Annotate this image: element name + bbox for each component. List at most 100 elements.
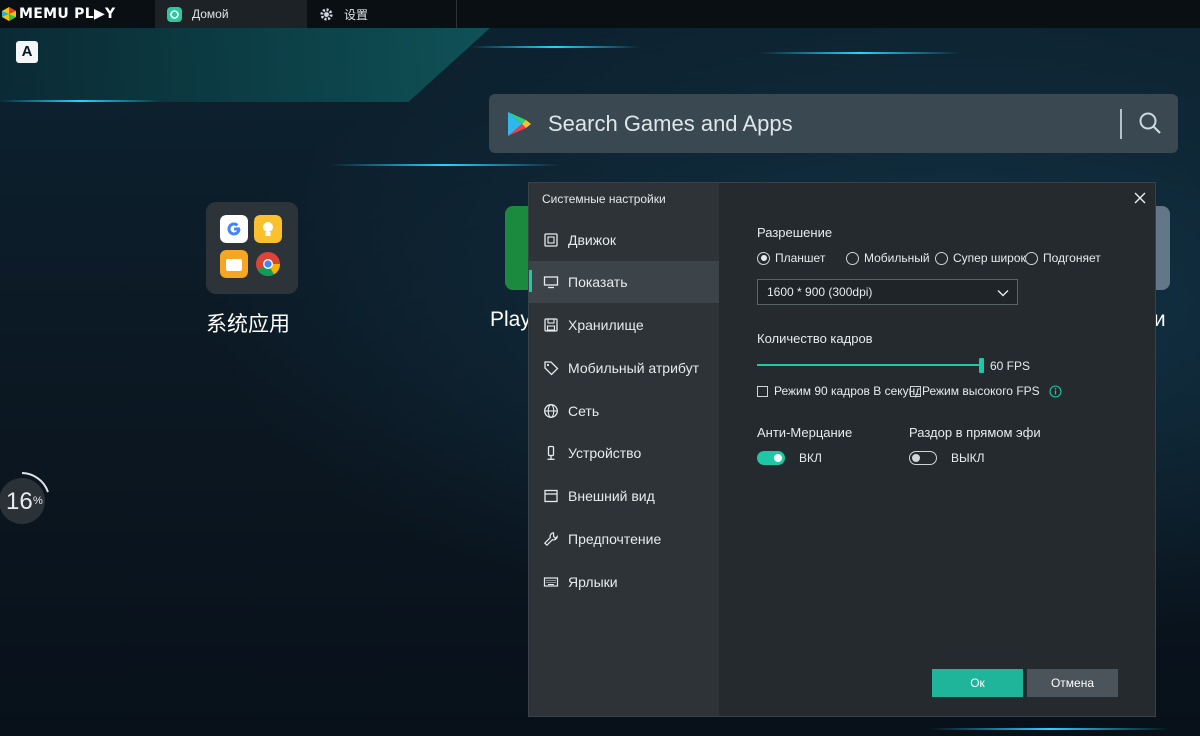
logo-text: MEMU PL▶Y bbox=[19, 6, 116, 22]
checkbox-box bbox=[910, 385, 921, 397]
info-icon[interactable] bbox=[1049, 384, 1062, 398]
memu-logo-icon bbox=[2, 7, 16, 21]
system-apps-folder[interactable] bbox=[206, 202, 298, 294]
nav-label: Внешний вид bbox=[568, 488, 655, 504]
checkbox-high-fps[interactable]: Режим высокого FPS bbox=[910, 384, 1062, 398]
nav-item-display[interactable]: Показать bbox=[529, 261, 719, 303]
fps-value: 60 FPS bbox=[990, 359, 1031, 373]
globe-icon bbox=[544, 404, 558, 418]
keyboard-mapping-icon[interactable]: A bbox=[16, 41, 38, 63]
header-banner bbox=[0, 28, 490, 102]
nav-item-shortcuts[interactable]: Ярлыки bbox=[529, 561, 719, 603]
wrench-icon bbox=[543, 532, 558, 547]
tips-icon bbox=[254, 215, 282, 243]
ok-button[interactable]: Ок bbox=[932, 669, 1023, 697]
files-icon bbox=[220, 250, 248, 278]
chevron-down-icon bbox=[997, 290, 1009, 297]
gear-icon bbox=[320, 7, 333, 21]
chrome-icon bbox=[256, 252, 280, 277]
nav-item-storage[interactable]: Хранилище bbox=[529, 304, 719, 346]
anti-flicker-label: Анти-Мерцание bbox=[757, 425, 853, 440]
radio-label: Супер широк bbox=[953, 251, 1026, 265]
app-label-system: 系统应用 bbox=[206, 313, 290, 336]
radio-fit[interactable]: Подгоняет bbox=[1025, 251, 1101, 265]
search-divider bbox=[1120, 109, 1122, 139]
glow-line bbox=[760, 52, 960, 54]
nav-label: Сеть bbox=[568, 403, 600, 419]
anti-flicker-state: ВКЛ bbox=[799, 451, 822, 465]
nav-label: Показать bbox=[568, 274, 628, 290]
live-stream-label: Раздор в прямом эфир bbox=[909, 425, 1041, 440]
radio-button bbox=[935, 251, 948, 265]
toggle-knob bbox=[774, 454, 782, 462]
nav-label: Мобильный атрибут bbox=[568, 360, 700, 376]
title-bar: MEMU PL▶Y Домой 设置 bbox=[0, 0, 1200, 28]
fps-slider-track[interactable] bbox=[757, 364, 982, 366]
progress-unit: % bbox=[33, 495, 43, 507]
keyboard-icon bbox=[543, 577, 559, 587]
tab-settings[interactable]: 设置 bbox=[307, 0, 457, 28]
glow-line bbox=[330, 164, 560, 166]
microphone-icon bbox=[547, 445, 555, 460]
search-placeholder: Search Games and Apps bbox=[548, 110, 793, 136]
checkbox-label: Режим высокого FPS bbox=[922, 384, 1040, 398]
nav-item-engine[interactable]: Движок bbox=[529, 219, 719, 261]
glow-line bbox=[470, 46, 640, 48]
nav-item-appearance[interactable]: Внешний вид bbox=[529, 475, 719, 517]
fps-label: Количество кадров bbox=[757, 331, 873, 346]
search-icon[interactable] bbox=[1138, 111, 1162, 135]
radio-button bbox=[846, 251, 859, 265]
storage-icon bbox=[544, 318, 558, 332]
radio-label: Подгоняет bbox=[1043, 251, 1101, 265]
google-play-icon bbox=[508, 111, 531, 136]
live-stream-toggle[interactable] bbox=[909, 451, 937, 465]
memu-home-icon bbox=[167, 6, 182, 22]
search-bar[interactable]: Search Games and Apps bbox=[489, 94, 1178, 153]
radio-tablet[interactable]: Планшет bbox=[757, 251, 825, 265]
settings-dialog: Системные настройки Движок Показать Хран… bbox=[528, 182, 1156, 717]
loading-progress: 16 % bbox=[0, 468, 50, 528]
nav-label: Предпочтение bbox=[568, 531, 662, 547]
checkbox-box bbox=[757, 385, 768, 397]
checkbox-90fps[interactable]: Режим 90 кадров В секунду bbox=[757, 384, 921, 398]
checkbox-label: Режим 90 кадров В секунду bbox=[774, 384, 921, 398]
glow-line bbox=[0, 100, 160, 102]
resolution-value: 1600 * 900 (300dpi) bbox=[767, 285, 873, 299]
radio-label: Планшет bbox=[775, 251, 826, 265]
tab-home[interactable]: Домой bbox=[155, 0, 307, 28]
window-icon bbox=[544, 489, 558, 503]
glow-line bbox=[930, 728, 1170, 730]
google-icon bbox=[220, 215, 248, 243]
nav-item-mobile-attribute[interactable]: Мобильный атрибут bbox=[529, 347, 719, 389]
nav-label: Движок bbox=[568, 232, 617, 248]
cancel-button[interactable]: Отмена bbox=[1027, 669, 1118, 697]
tab-home-label: Домой bbox=[192, 7, 229, 21]
nav-label: Устройство bbox=[568, 445, 642, 461]
tab-settings-label: 设置 bbox=[344, 7, 369, 22]
toggle-knob bbox=[912, 454, 920, 462]
resolution-label: Разрешение bbox=[757, 225, 833, 240]
nav-label: Хранилище bbox=[568, 317, 644, 333]
radio-button bbox=[1025, 251, 1038, 265]
live-stream-state: ВЫКЛ bbox=[951, 451, 985, 465]
memu-logo: MEMU PL▶Y bbox=[0, 0, 115, 28]
radio-mobile[interactable]: Мобильный bbox=[846, 251, 930, 265]
fps-slider-thumb[interactable] bbox=[979, 358, 984, 373]
resolution-dropdown[interactable]: 1600 * 900 (300dpi) bbox=[757, 279, 1018, 305]
nav-item-preference[interactable]: Предпочтение bbox=[529, 518, 719, 560]
radio-button bbox=[757, 251, 770, 265]
dialog-title: Системные настройки bbox=[542, 192, 666, 206]
app-label-play: Play bbox=[490, 308, 531, 331]
tag-icon bbox=[544, 361, 559, 376]
anti-flicker-toggle[interactable] bbox=[757, 451, 785, 465]
monitor-icon bbox=[543, 276, 559, 289]
settings-sidebar: Системные настройки Движок Показать Хран… bbox=[529, 183, 719, 716]
progress-value: 16 bbox=[6, 488, 33, 515]
nav-item-device[interactable]: Устройство bbox=[529, 432, 719, 474]
nav-item-network[interactable]: Сеть bbox=[529, 390, 719, 432]
radio-label: Мобильный bbox=[864, 251, 930, 265]
display-settings-panel: Разрешение Планшет Мобильный Супер широк… bbox=[719, 183, 1155, 716]
nav-label: Ярлыки bbox=[568, 574, 618, 590]
cpu-icon bbox=[544, 233, 558, 247]
radio-super-wide[interactable]: Супер широк bbox=[935, 251, 1026, 265]
